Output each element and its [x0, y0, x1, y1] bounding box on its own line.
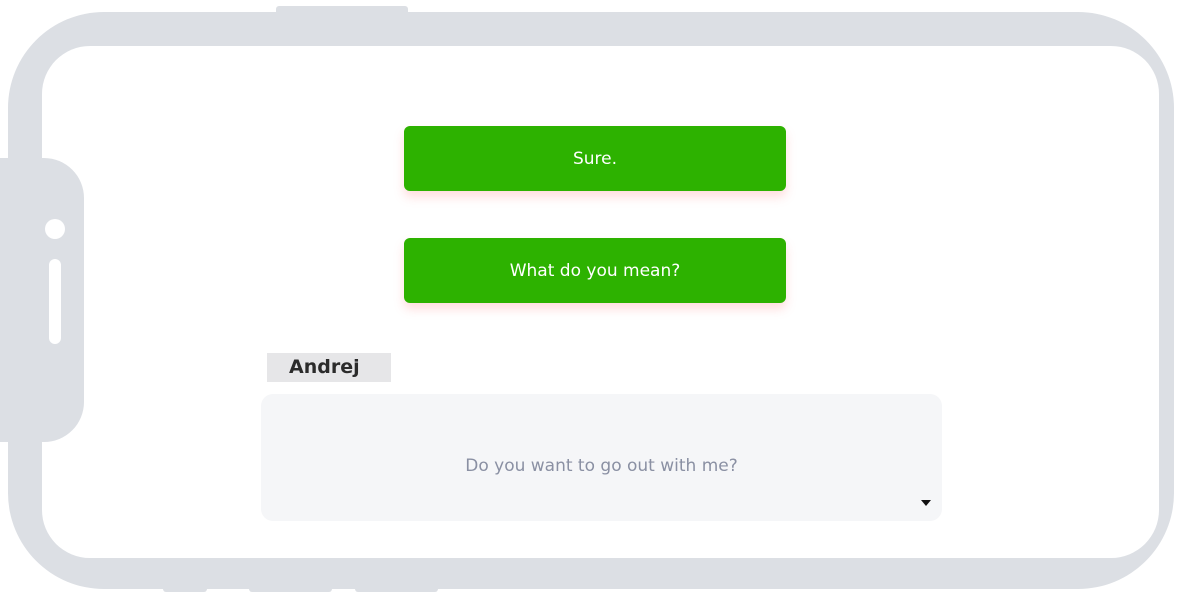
caret-down-icon[interactable]	[921, 500, 931, 506]
speaker-name-tag: Andrej	[267, 353, 391, 382]
dialogue-text: Do you want to go out with me?	[465, 456, 738, 476]
choice-button-sure[interactable]: Sure.	[404, 126, 786, 191]
dialogue-box[interactable]: Do you want to go out with me?	[261, 394, 942, 521]
app-stage: Sure. What do you mean? Andrej Do you wa…	[0, 0, 1178, 592]
phone-notch	[0, 158, 84, 442]
choice-button-what-do-you-mean[interactable]: What do you mean?	[404, 238, 786, 303]
camera-icon	[45, 219, 65, 239]
speaker-icon	[49, 259, 61, 344]
